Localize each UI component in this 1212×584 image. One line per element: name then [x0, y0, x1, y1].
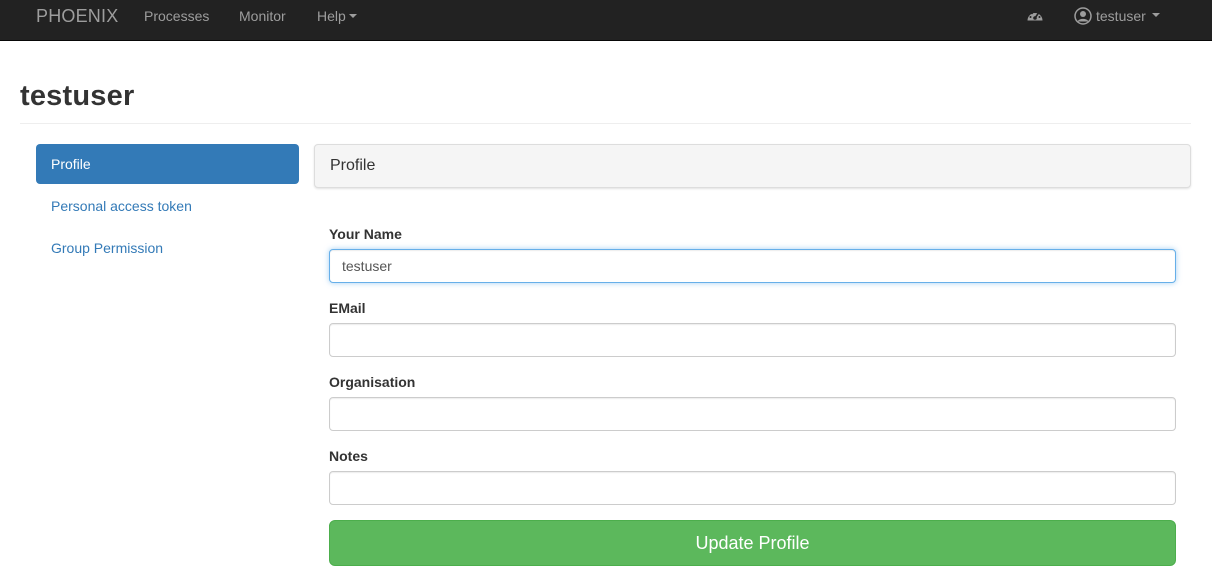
organisation-label: Organisation [329, 374, 416, 390]
nav-help-label: Help [317, 8, 346, 24]
notes-label: Notes [329, 448, 368, 464]
name-input[interactable] [329, 249, 1176, 283]
user-name-label: testuser [1096, 8, 1146, 24]
email-input[interactable] [329, 323, 1176, 357]
sidebar-item-personal-access-token[interactable]: Personal access token [36, 186, 299, 226]
panel-heading: Profile [314, 144, 1191, 188]
chevron-down-icon [1151, 13, 1160, 17]
nav-help-dropdown[interactable]: Help [317, 8, 357, 24]
page-title: testuser [20, 80, 135, 112]
user-circle-icon [1074, 7, 1092, 25]
dashboard-icon[interactable] [1026, 7, 1044, 25]
notes-input[interactable] [329, 471, 1176, 505]
chevron-down-icon [348, 14, 357, 19]
name-label: Your Name [329, 226, 402, 242]
sidebar-item-profile[interactable]: Profile [36, 144, 299, 184]
update-profile-button[interactable]: Update Profile [329, 520, 1176, 566]
user-menu-dropdown[interactable]: testuser [1074, 5, 1160, 27]
nav-processes[interactable]: Processes [144, 8, 209, 24]
sidebar-item-group-permission[interactable]: Group Permission [36, 228, 299, 268]
brand-link[interactable]: PHOENIX [36, 6, 118, 27]
top-navbar: PHOENIX Processes Monitor Help testuser [0, 0, 1212, 41]
email-label: EMail [329, 300, 366, 316]
nav-monitor[interactable]: Monitor [239, 8, 286, 24]
organisation-input[interactable] [329, 397, 1176, 431]
title-divider [20, 123, 1191, 124]
